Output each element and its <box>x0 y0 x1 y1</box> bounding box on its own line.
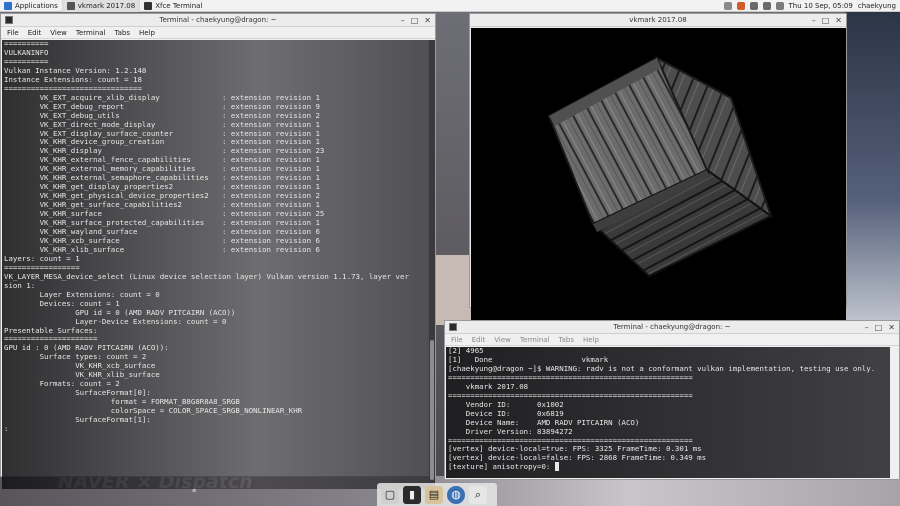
applications-menu[interactable]: Applications <box>0 0 62 12</box>
file-manager-icon[interactable]: ▤ <box>425 485 443 504</box>
menu-edit[interactable]: Edit <box>472 336 486 344</box>
window-title: Terminal - chaekyung@dragon: ~ <box>613 323 731 331</box>
power-icon[interactable] <box>723 2 732 10</box>
applications-icon <box>4 1 12 10</box>
menu-terminal[interactable]: Terminal <box>520 336 550 344</box>
menu-file[interactable]: File <box>451 336 463 344</box>
taskbar-item-vkmark[interactable]: vkmark 2017.08 <box>61 0 140 12</box>
wooden-crate-render <box>547 55 773 278</box>
scrollbar[interactable] <box>429 40 435 489</box>
terminal-line: VULKANINFO <box>4 47 49 57</box>
close-button[interactable]: ✕ <box>424 16 431 25</box>
volume-icon[interactable] <box>762 2 771 10</box>
top-panel: Applications vkmark 2017.08 Xfce Termina… <box>0 0 900 12</box>
close-button[interactable]: ✕ <box>888 323 895 332</box>
menu-edit[interactable]: Edit <box>28 29 42 37</box>
clock[interactable]: Thu 10 Sep, 05:09 <box>789 2 853 10</box>
terminal-line: SurfaceFormat[1]: <box>4 415 151 425</box>
window-titlebar[interactable]: Terminal - chaekyung@dragon: ~ – □ ✕ <box>1 14 435 27</box>
terminal-window-vkmark[interactable]: Terminal - chaekyung@dragon: ~ – □ ✕ Fil… <box>444 320 900 480</box>
window-titlebar[interactable]: Terminal - chaekyung@dragon: ~ – □ ✕ <box>445 321 899 334</box>
menu-view[interactable]: View <box>494 336 511 344</box>
window-titlebar[interactable]: vkmark 2017.08 – □ ✕ <box>470 14 846 27</box>
terminal-line: [texture] anisotropy=0: <box>448 462 888 472</box>
menu-file[interactable]: File <box>7 29 19 37</box>
render-canvas <box>471 28 846 320</box>
menu-terminal[interactable]: Terminal <box>76 29 106 37</box>
menu-tabs[interactable]: Tabs <box>559 336 575 344</box>
terminal-icon[interactable]: ▮ <box>403 485 421 504</box>
menu-help[interactable]: Help <box>139 29 155 37</box>
vkmark-window[interactable]: vkmark 2017.08 – □ ✕ <box>469 13 847 320</box>
scrollbar-thumb[interactable] <box>430 340 434 480</box>
search-icon[interactable]: ⌕ <box>469 485 487 504</box>
window-title: vkmark 2017.08 <box>629 16 687 24</box>
taskbar-item-terminal[interactable]: Xfce Terminal <box>139 0 206 12</box>
maximize-button[interactable]: □ <box>875 323 883 332</box>
menu-bar: File Edit View Terminal Tabs Help <box>445 334 899 346</box>
show-desktop-icon[interactable]: ▢ <box>381 485 399 504</box>
shield-icon[interactable] <box>736 2 745 10</box>
user-menu[interactable]: chaekyung <box>858 2 896 10</box>
maximize-button[interactable]: □ <box>411 16 419 25</box>
terminal-line: : <box>4 423 9 433</box>
minimize-button[interactable]: – <box>401 16 405 25</box>
taskbar-item-label: vkmark 2017.08 <box>77 1 136 10</box>
terminal-icon <box>144 1 153 10</box>
close-button[interactable]: ✕ <box>835 16 842 25</box>
menu-help[interactable]: Help <box>583 336 599 344</box>
dock: ▢ ▮ ▤ ◍ ⌕ <box>377 483 497 506</box>
applications-label: Applications <box>15 1 58 10</box>
minimize-button[interactable]: – <box>812 16 816 25</box>
terminal-output[interactable]: ========== VULKANINFO ========== Vulkan Ins… <box>2 40 430 489</box>
menu-view[interactable]: View <box>50 29 67 37</box>
menu-bar: File Edit View Terminal Tabs Help <box>1 27 435 39</box>
web-browser-icon[interactable]: ◍ <box>447 485 465 504</box>
terminal-output[interactable]: [2] 4965 [1] Done vkmark [chaekyung@dragon… <box>446 347 890 478</box>
maximize-button[interactable]: □ <box>822 16 830 25</box>
menu-tabs[interactable]: Tabs <box>115 29 131 37</box>
terminal-icon <box>5 16 13 24</box>
terminal-icon <box>449 323 457 331</box>
terminal-line: ========== <box>4 40 49 48</box>
terminal-window-vulkaninfo[interactable]: Terminal - chaekyung@dragon: ~ – □ ✕ Fil… <box>0 13 436 489</box>
network-icon[interactable] <box>749 2 758 10</box>
minimize-button[interactable]: – <box>865 323 869 332</box>
notification-icon[interactable] <box>775 2 784 10</box>
text-cursor <box>554 462 560 472</box>
taskbar-item-label: Xfce Terminal <box>155 1 203 10</box>
terminal-line: VK_LAYER_MESA_device_select (Linux devic… <box>4 271 409 281</box>
window-title: Terminal - chaekyung@dragon: ~ <box>159 16 277 24</box>
window-icon <box>66 1 75 10</box>
